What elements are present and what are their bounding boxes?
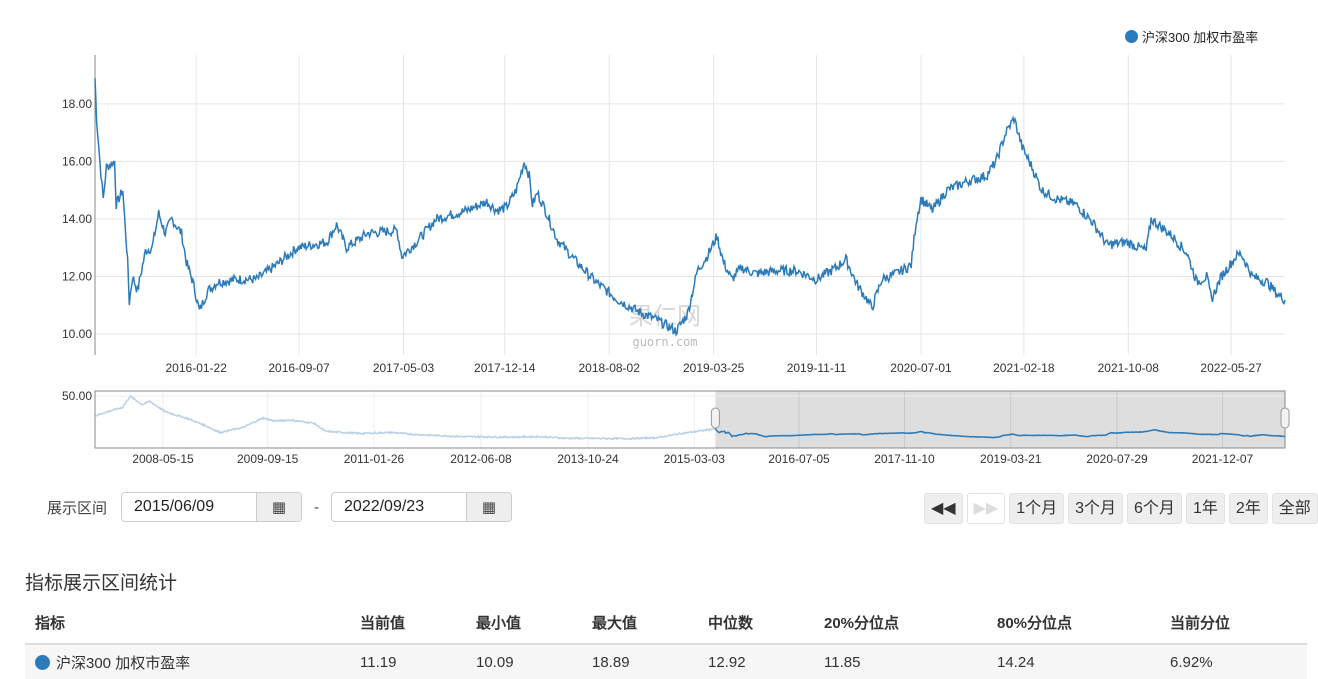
current-value: 11.19 [350, 644, 466, 679]
navigator-x-tick-label: 2013-10-24 [557, 452, 619, 466]
rewind-button[interactable]: ◀◀ [924, 493, 963, 524]
p20-value: 11.85 [814, 644, 987, 679]
navigator-handle[interactable] [710, 407, 720, 429]
y-tick-label: 16.00 [62, 154, 92, 168]
navigator-x-tick-label: 2009-09-15 [237, 452, 299, 466]
navigator-x-tick-label: 2019-03-21 [980, 452, 1042, 466]
range-1m-button[interactable]: 1个月 [1009, 493, 1065, 524]
y-tick-label: 14.00 [62, 212, 92, 226]
watermark-url: guorn.com [632, 335, 697, 349]
navigator-series-unselected [94, 395, 716, 441]
navigator-x-tick-label: 2008-05-15 [132, 452, 194, 466]
col-header: 最大值 [582, 601, 698, 645]
x-tick-label: 2017-12-14 [474, 361, 536, 375]
range-control: 展示区间 2015/06/09 ▦ - 2022/09/23 ▦ [47, 492, 513, 522]
p80-value: 14.24 [987, 644, 1160, 679]
start-date-value[interactable]: 2015/06/09 [122, 493, 256, 521]
navigator-x-tick-label: 2012-06-08 [450, 452, 512, 466]
pe-chart: 10.00 12.00 14.00 16.00 18.00 2016-01-22 2016-… [62, 55, 1290, 466]
forward-button[interactable]: ▶▶ [966, 493, 1006, 524]
range-separator: - [314, 498, 320, 516]
range-1y-button[interactable]: 1年 [1185, 493, 1225, 524]
col-header: 指标 [25, 601, 350, 645]
legend-dot-icon [1125, 30, 1138, 43]
legend-label: 沪深300 加权市盈率 [1142, 30, 1259, 45]
table-row: 沪深300 加权市盈率 11.19 10.09 18.89 12.92 11.8… [25, 644, 1307, 679]
calendar-icon[interactable]: ▦ [256, 493, 302, 521]
col-header: 当前值 [350, 601, 466, 645]
x-tick-label: 2021-10-08 [1098, 361, 1160, 375]
min-value: 10.09 [466, 644, 582, 679]
range-buttons: ◀◀ ▶▶ 1个月 3个月 6个月 1年 2年 全部 [924, 493, 1318, 524]
navigator-x-tick-label: 2017-11-10 [874, 452, 935, 466]
navigator-selected-range [715, 391, 1285, 448]
current-percentile: 6.92% [1160, 644, 1307, 679]
navigator-x-tick-label: 2011-01-26 [344, 452, 405, 466]
col-header: 80%分位点 [987, 601, 1160, 645]
y-tick-label: 18.00 [62, 97, 92, 111]
indicator-cell: 沪深300 加权市盈率 [25, 644, 350, 679]
x-tick-label: 2016-01-22 [166, 361, 228, 375]
y-tick-label: 12.00 [62, 269, 92, 283]
col-header: 20%分位点 [814, 601, 987, 645]
range-2y-button[interactable]: 2年 [1228, 493, 1268, 524]
x-tick-label: 2019-03-25 [683, 361, 745, 375]
x-tick-label: 2020-07-01 [890, 361, 952, 375]
table-header-row: 指标 当前值 最小值 最大值 中位数 20%分位点 80%分位点 当前分位 [25, 601, 1307, 645]
navigator-handle[interactable] [1280, 407, 1290, 429]
y-tick-label: 10.00 [62, 327, 92, 341]
navigator-x-tick-label: 2015-03-03 [664, 452, 726, 466]
calendar-icon[interactable]: ▦ [466, 493, 512, 521]
x-tick-label: 2018-08-02 [579, 361, 641, 375]
col-header: 中位数 [698, 601, 814, 645]
end-date-input[interactable]: 2022/09/23 ▦ [331, 492, 513, 522]
end-date-value[interactable]: 2022/09/23 [332, 493, 466, 521]
col-header: 当前分位 [1160, 601, 1307, 645]
navigator-x-tick-label: 2016-07-05 [768, 452, 830, 466]
navigator-x-tick-label: 2021-12-07 [1192, 452, 1254, 466]
range-label: 展示区间 [47, 499, 108, 517]
navigator-x-tick-label: 2020-07-29 [1086, 452, 1148, 466]
navigator-y-tick-label: 50.00 [62, 389, 92, 403]
range-3m-button[interactable]: 3个月 [1068, 493, 1124, 524]
range-6m-button[interactable]: 6个月 [1127, 493, 1182, 524]
indicator-name: 沪深300 加权市盈率 [56, 654, 191, 672]
x-tick-label: 2022-05-27 [1200, 361, 1262, 375]
x-tick-label: 2017-05-03 [373, 361, 435, 375]
col-header: 最小值 [466, 601, 582, 645]
median-value: 12.92 [698, 644, 814, 679]
range-all-button[interactable]: 全部 [1271, 493, 1318, 524]
series-dot-icon [35, 654, 50, 670]
legend-item[interactable]: 沪深300 加权市盈率 [1125, 27, 1258, 46]
x-tick-label: 2019-11-11 [787, 361, 847, 375]
x-tick-label: 2021-02-18 [993, 361, 1055, 375]
x-tick-label: 2016-09-07 [268, 361, 330, 375]
start-date-input[interactable]: 2015/06/09 ▦ [121, 492, 303, 522]
stats-table: 指标 当前值 最小值 最大值 中位数 20%分位点 80%分位点 当前分位 沪深… [25, 601, 1307, 679]
stats-title: 指标展示区间统计 [25, 573, 178, 594]
pe-series-line [94, 78, 1286, 337]
max-value: 18.89 [582, 644, 698, 679]
